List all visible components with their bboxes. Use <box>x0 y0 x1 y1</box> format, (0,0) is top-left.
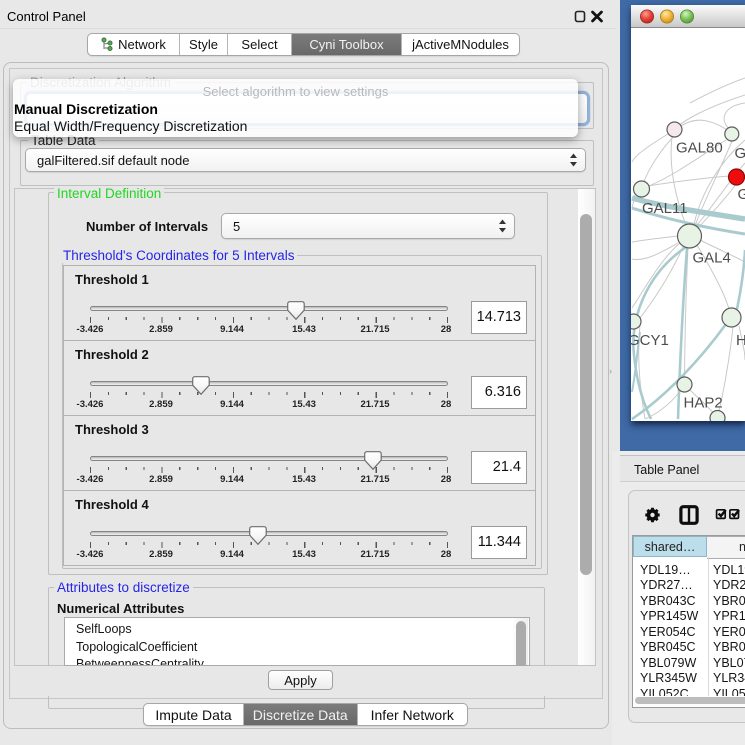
svg-text:GCN4: GCN4 <box>738 186 745 203</box>
svg-text:GAL11: GAL11 <box>642 200 688 217</box>
svg-text:GCY1: GCY1 <box>631 332 669 349</box>
svg-text:GAL7: GAL7 <box>735 145 745 162</box>
svg-text:GAL80: GAL80 <box>676 140 723 157</box>
svg-text:HIS7: HIS7 <box>736 332 745 349</box>
svg-text:HAP2: HAP2 <box>684 395 723 412</box>
svg-text:GAL4: GAL4 <box>693 250 731 267</box>
